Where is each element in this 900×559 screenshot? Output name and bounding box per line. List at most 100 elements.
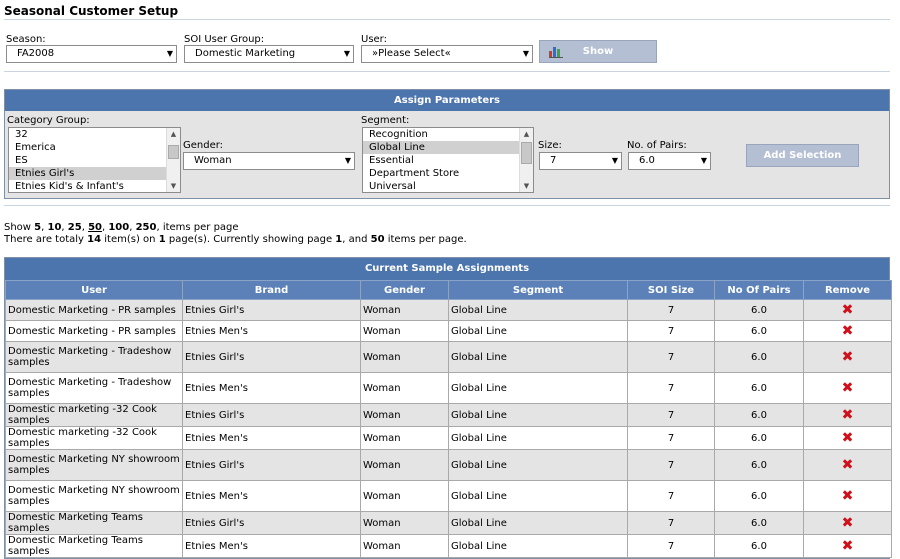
table-row: Domestic Marketing Teams samples Etnies M…	[5, 534, 892, 558]
column-header: Gender	[360, 280, 449, 300]
chevron-down-icon: ▼	[343, 49, 350, 58]
category-option[interactable]: ES	[9, 154, 180, 167]
scroll-thumb[interactable]	[521, 142, 532, 164]
scroll-up-icon[interactable]: ▲	[167, 128, 180, 140]
table-row: Domestic Marketing - PR samples Etnies Me…	[5, 320, 892, 342]
table-cell: Woman	[360, 341, 449, 373]
remove-cell: ✖	[803, 299, 892, 321]
delete-x-icon[interactable]: ✖	[842, 489, 854, 503]
table-cell: 6.0	[714, 426, 804, 450]
summary-text: There are totaly	[4, 234, 84, 245]
segment-option[interactable]: Recognition	[363, 128, 533, 141]
table-cell: Etnies Girl's	[182, 449, 361, 481]
table-cell: Etnies Girl's	[182, 341, 361, 373]
delete-x-icon[interactable]: ✖	[842, 324, 854, 338]
table-cell: Woman	[360, 480, 449, 512]
category-option[interactable]: 32	[9, 128, 180, 141]
season-select[interactable]: FA2008 ▼	[6, 45, 177, 63]
table-cell: Global Line	[448, 511, 628, 535]
table-row: Domestic marketing -32 Cook samples Etnie…	[5, 403, 892, 427]
table-cell: Domestic marketing -32 Cook samples	[5, 426, 183, 450]
soi-group-select[interactable]: Domestic Marketing ▼	[184, 45, 354, 63]
delete-x-icon[interactable]: ✖	[842, 303, 854, 317]
category-group-list[interactable]: 32 Emerica ES Etnies Girl's Etnies Kid's & I…	[8, 127, 181, 193]
remove-cell: ✖	[803, 511, 892, 535]
segment-option[interactable]: Universal	[363, 180, 533, 192]
category-option[interactable]: Emerica	[9, 141, 180, 154]
segment-scrollbar[interactable]: ▲ ▼	[519, 128, 533, 192]
table-cell: Global Line	[448, 449, 628, 481]
segment-option[interactable]: Department Store	[363, 167, 533, 180]
delete-x-icon[interactable]: ✖	[842, 408, 854, 422]
pairs-select[interactable]: 6.0 ▼	[628, 152, 711, 170]
delete-x-icon[interactable]: ✖	[842, 458, 854, 472]
table-cell: Global Line	[448, 320, 628, 342]
category-group-label: Category Group:	[7, 115, 90, 126]
table-cell: Etnies Men's	[182, 320, 361, 342]
delete-x-icon[interactable]: ✖	[842, 350, 854, 364]
scroll-up-icon[interactable]: ▲	[520, 128, 533, 140]
category-option[interactable]: Etnies Girl's	[9, 167, 180, 180]
segment-option[interactable]: Global Line	[363, 141, 533, 154]
category-option[interactable]: Etnies Kid's & Infant's	[9, 180, 180, 192]
delete-x-icon[interactable]: ✖	[842, 431, 854, 445]
filter-divider	[4, 71, 890, 72]
page-size-link[interactable]: 10	[48, 222, 62, 233]
delete-x-icon[interactable]: ✖	[842, 381, 854, 395]
category-scrollbar[interactable]: ▲ ▼	[166, 128, 180, 192]
table-cell: Etnies Girl's	[182, 299, 361, 321]
gender-select[interactable]: Woman ▼	[183, 152, 355, 170]
chevron-down-icon: ▼	[611, 156, 618, 165]
column-header: Remove	[803, 280, 892, 300]
column-header: Segment	[448, 280, 628, 300]
table-row: Domestic Marketing NY showroom samples Et…	[5, 449, 892, 481]
size-label: Size:	[538, 140, 562, 151]
pairs-value: 6.0	[639, 155, 655, 166]
summary-text: page(s). Currently showing page	[168, 234, 333, 245]
size-select[interactable]: 7 ▼	[539, 152, 622, 170]
table-cell: Woman	[360, 320, 449, 342]
delete-x-icon[interactable]: ✖	[842, 539, 854, 553]
table-row: Domestic Marketing NY showroom samples Et…	[5, 480, 892, 512]
page-size-selector: Show 5, 10, 25, 50, 100, 250, items per …	[4, 222, 239, 233]
segment-list[interactable]: Recognition Global Line Essential Departmen…	[362, 127, 534, 193]
table-row: Domestic Marketing - Tradeshow samples Et…	[5, 372, 892, 404]
page-size-link[interactable]: 50	[88, 222, 102, 233]
page-size-link[interactable]: 25	[68, 222, 82, 233]
table-row: Domestic Marketing - PR samples Etnies Gi…	[5, 299, 892, 321]
chevron-down-icon: ▼	[522, 49, 529, 58]
table-cell: Woman	[360, 511, 449, 535]
table-cell: Woman	[360, 372, 449, 404]
table-cell: Etnies Men's	[182, 426, 361, 450]
user-value: »Please Select«	[372, 48, 451, 59]
page-size-link[interactable]: 100	[108, 222, 129, 233]
scroll-down-icon[interactable]: ▼	[167, 180, 180, 192]
scroll-down-icon[interactable]: ▼	[520, 180, 533, 192]
delete-x-icon[interactable]: ✖	[842, 516, 854, 530]
table-cell: 6.0	[714, 534, 804, 558]
pairs-label: No. of Pairs:	[627, 140, 687, 151]
table-cell: Etnies Girl's	[182, 511, 361, 535]
size-value: 7	[550, 155, 557, 166]
assignments-table: User Brand Gender Segment SOI Size No Of Pair…	[5, 280, 892, 558]
table-cell: 6.0	[714, 299, 804, 321]
table-cell: Global Line	[448, 341, 628, 373]
summary-text: item(s) on	[104, 234, 156, 245]
add-selection-button[interactable]: Add Selection	[746, 144, 859, 167]
title-divider	[4, 19, 890, 20]
user-label: User:	[361, 34, 387, 45]
column-header: User	[5, 280, 183, 300]
remove-cell: ✖	[803, 320, 892, 342]
table-cell: 7	[627, 426, 715, 450]
table-cell: Global Line	[448, 426, 628, 450]
season-value: FA2008	[17, 48, 55, 59]
page-size-link[interactable]: 5	[34, 222, 41, 233]
user-select[interactable]: »Please Select« ▼	[361, 45, 533, 63]
table-row: Domestic Marketing Teams samples Etnies G…	[5, 511, 892, 535]
segment-option[interactable]: Essential	[363, 154, 533, 167]
table-cell: 6.0	[714, 320, 804, 342]
scroll-thumb[interactable]	[168, 145, 179, 159]
table-cell: Domestic Marketing NY showroom samples	[5, 480, 183, 512]
show-button[interactable]: Show	[539, 40, 657, 63]
page-size-link[interactable]: 250	[136, 222, 157, 233]
